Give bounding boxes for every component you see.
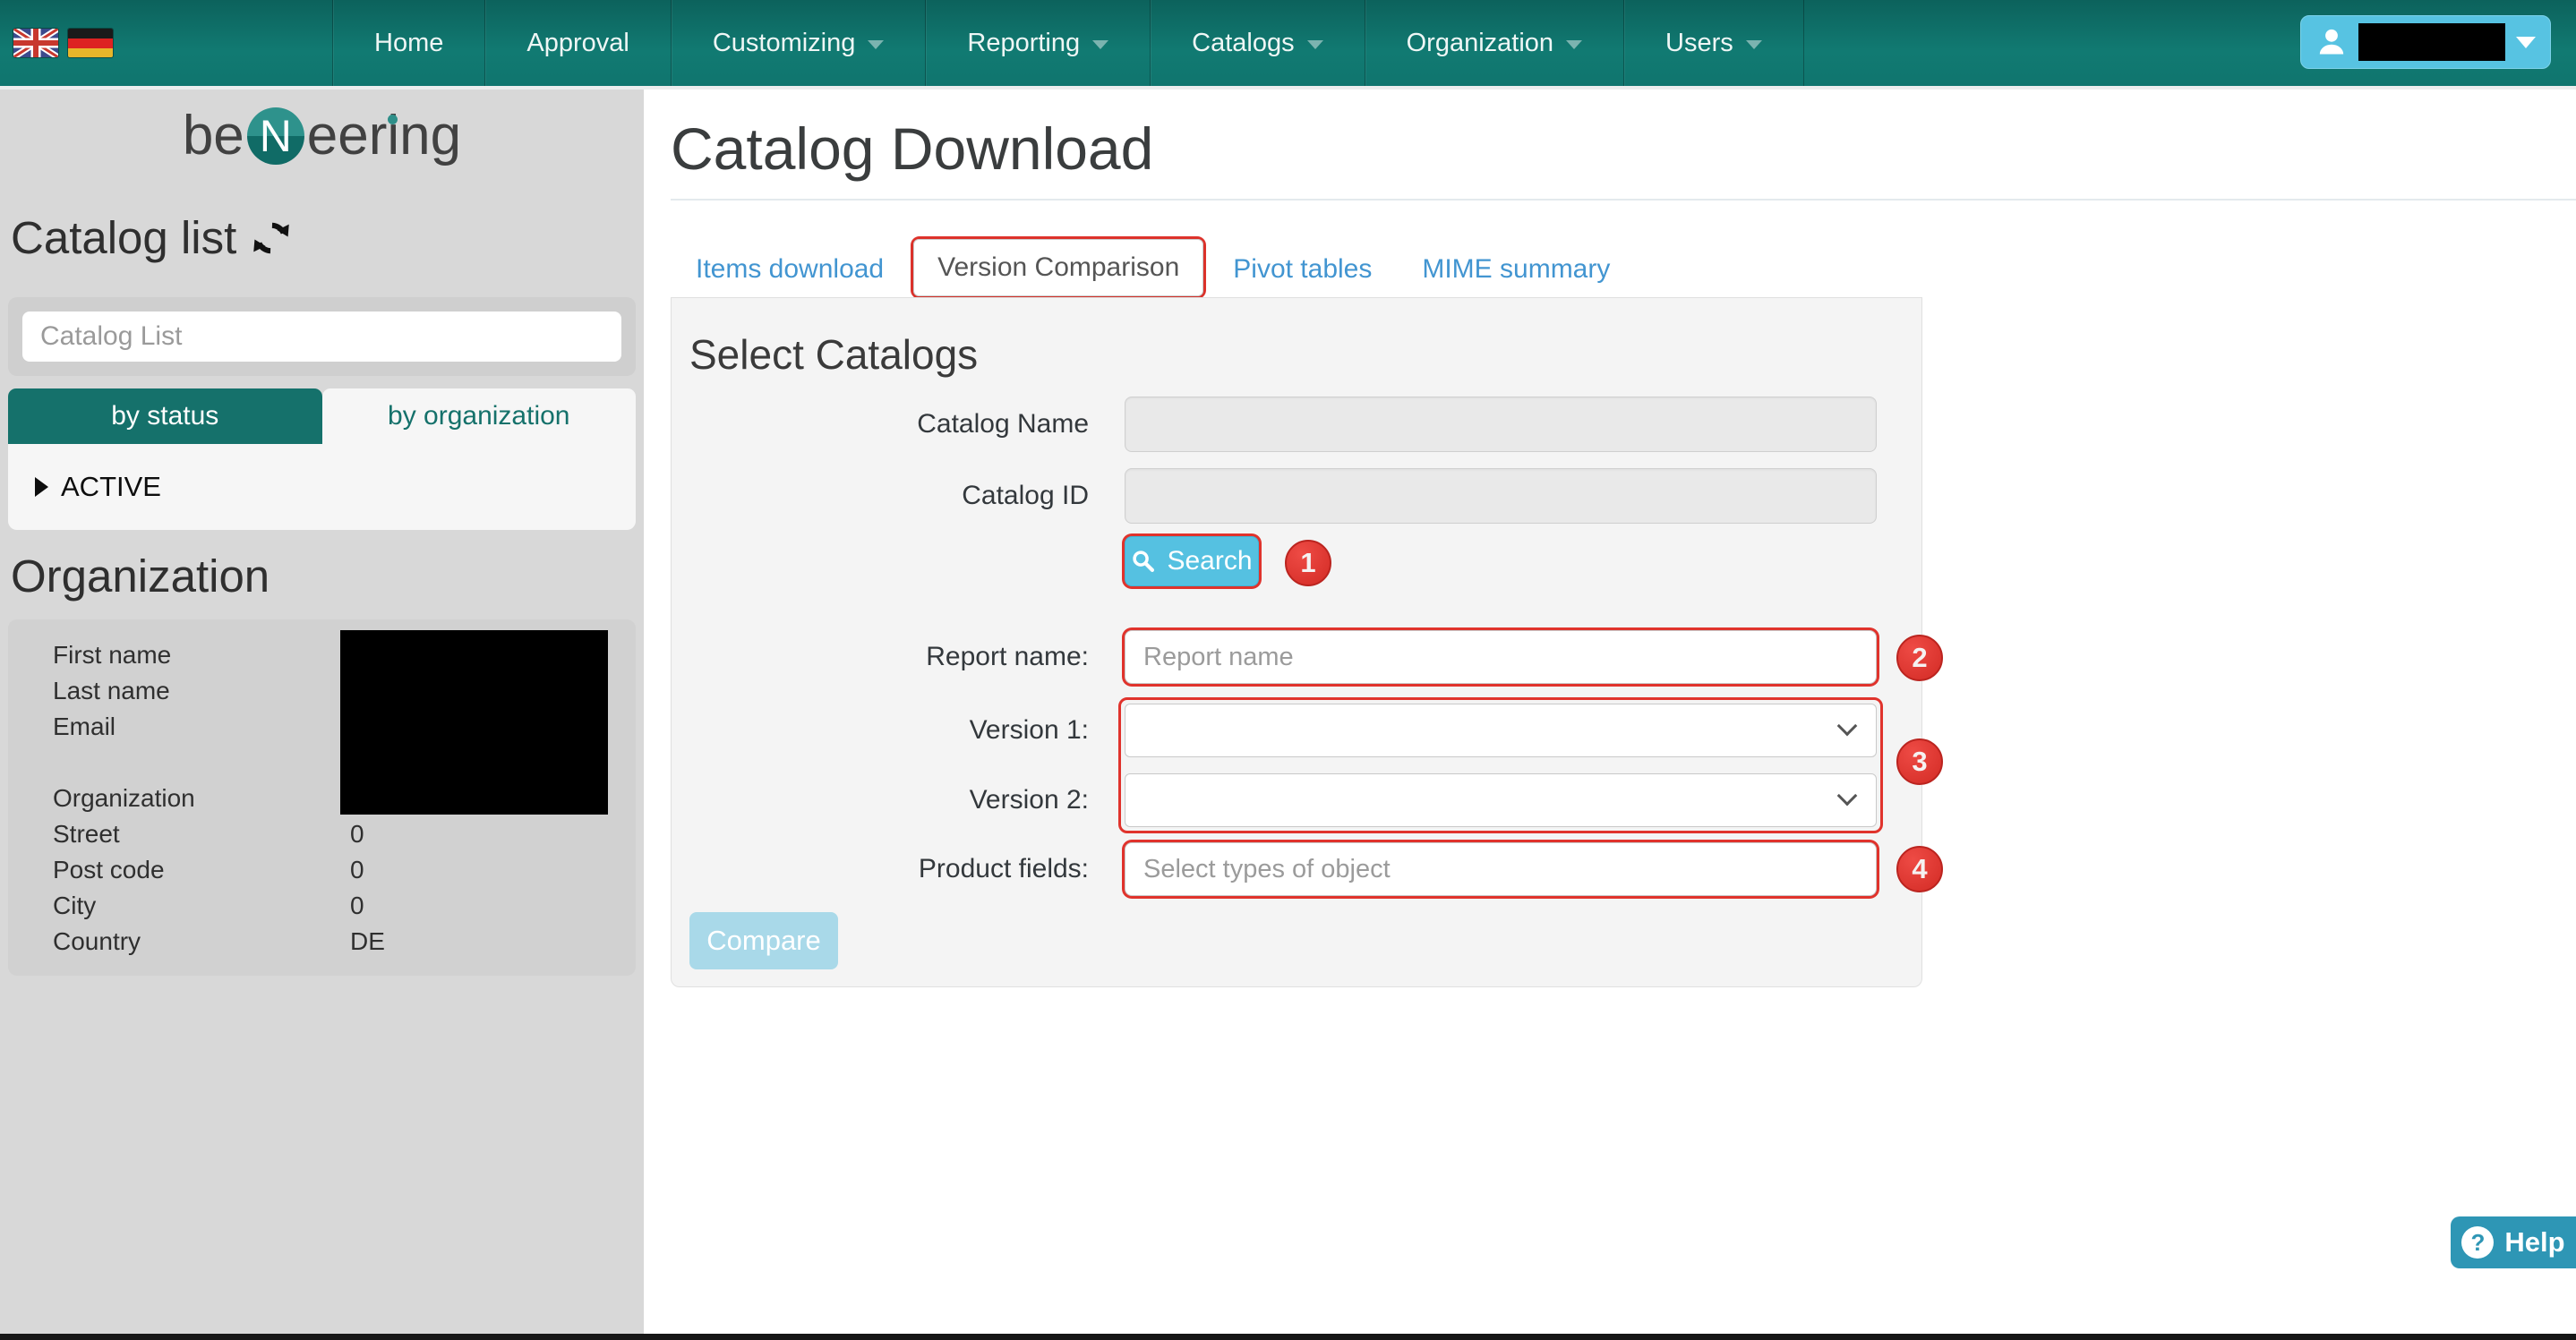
- report-name-label: Report name:: [926, 642, 1089, 671]
- chevron-down-icon: [868, 40, 885, 49]
- catalog-name-label: Catalog Name: [917, 409, 1089, 439]
- annotation-badge-4: 4: [1896, 846, 1943, 892]
- download-tabs: Items download Version Comparison Pivot …: [671, 236, 1922, 299]
- org-row-post-code: Post code 0: [53, 856, 364, 883]
- tab-pivot-tables[interactable]: Pivot tables: [1208, 242, 1397, 297]
- window-bottom-edge: [0, 1334, 2576, 1340]
- nav-item-label: Customizing: [712, 28, 856, 57]
- refresh-icon[interactable]: [251, 218, 292, 259]
- nav-item-label: Users: [1665, 28, 1733, 57]
- product-fields-label: Product fields:: [918, 854, 1089, 883]
- chevron-down-icon: [1092, 40, 1109, 49]
- search-button-label: Search: [1167, 546, 1253, 576]
- org-row-city: City 0: [53, 892, 364, 919]
- logo-text: be: [182, 105, 244, 166]
- redacted-user-details-block: [340, 630, 608, 815]
- catalog-list-heading: Catalog list: [11, 211, 644, 265]
- nav-item-label: Organization: [1406, 28, 1554, 57]
- main-content: Catalog Download Items download Version …: [644, 90, 2576, 1334]
- version1-select[interactable]: [1125, 704, 1877, 757]
- annotation-box-version-comparison: Version Comparison: [911, 236, 1207, 299]
- tab-mime-summary[interactable]: MIME summary: [1397, 242, 1635, 297]
- chevron-down-icon: [1306, 40, 1323, 49]
- top-navigation-bar: Home Approval Customizing Reporting Cata…: [0, 0, 2576, 86]
- nav-item-organization[interactable]: Organization: [1364, 0, 1623, 86]
- search-button[interactable]: Search: [1125, 536, 1259, 586]
- user-menu-button[interactable]: [2300, 15, 2551, 69]
- annotation-badge-2: 2: [1896, 635, 1943, 681]
- nav-item-label: Reporting: [967, 28, 1081, 57]
- nav-item-home[interactable]: Home: [332, 0, 484, 86]
- status-group-panel: ACTIVE: [8, 444, 636, 530]
- catalog-id-label: Catalog ID: [962, 481, 1089, 510]
- chevron-down-icon: [1836, 785, 1858, 807]
- nav-item-users[interactable]: Users: [1623, 0, 1804, 86]
- nav-item-label: Home: [374, 28, 444, 57]
- version2-label: Version 2:: [969, 785, 1089, 815]
- compare-button[interactable]: Compare: [689, 912, 838, 969]
- version2-select[interactable]: [1125, 773, 1877, 827]
- catalog-id-input[interactable]: [1125, 468, 1877, 524]
- nav-item-label: Catalogs: [1192, 28, 1295, 57]
- org-row-country: Country DE: [53, 927, 385, 955]
- chevron-down-icon: [1836, 715, 1858, 737]
- catalog-name-input[interactable]: [1125, 397, 1877, 452]
- nav-item-label: Approval: [526, 28, 629, 57]
- caret-down-icon: [2516, 36, 2536, 48]
- expand-triangle-icon: [35, 477, 48, 497]
- section-title: Select Catalogs: [689, 331, 979, 378]
- nav-item-catalogs[interactable]: Catalogs: [1150, 0, 1364, 86]
- report-name-input[interactable]: [1125, 630, 1877, 684]
- org-row-street: Street 0: [53, 820, 364, 848]
- language-switcher: [13, 29, 113, 57]
- annotation-badge-1: 1: [1285, 540, 1331, 586]
- main-menu: Home Approval Customizing Reporting Cata…: [332, 0, 1804, 86]
- user-icon: [2319, 29, 2344, 55]
- nav-item-reporting[interactable]: Reporting: [925, 0, 1150, 86]
- tab-by-organization[interactable]: by organization: [321, 388, 636, 444]
- version1-label: Version 1:: [969, 715, 1089, 745]
- nav-item-approval[interactable]: Approval: [484, 0, 670, 86]
- tab-by-status[interactable]: by status: [8, 388, 322, 444]
- organization-heading: Organization: [11, 551, 270, 602]
- nav-item-customizing[interactable]: Customizing: [670, 0, 926, 86]
- uk-flag-icon[interactable]: [13, 29, 58, 57]
- tab-items-download[interactable]: Items download: [671, 242, 909, 297]
- catalog-list-search-card: [8, 297, 636, 376]
- help-button[interactable]: ? Help: [2451, 1216, 2576, 1268]
- product-fields-input[interactable]: [1125, 842, 1877, 896]
- help-button-label: Help: [2504, 1226, 2565, 1258]
- chevron-down-icon: [1745, 40, 1762, 49]
- sidebar: beNeering Catalog list by status by orga…: [0, 90, 644, 1334]
- catalog-list-filter-tabs: by status by organization: [8, 388, 636, 444]
- title-divider: [671, 199, 2576, 201]
- chevron-down-icon: [1566, 40, 1583, 49]
- organization-card: First name Last name Email Organization …: [8, 619, 636, 976]
- search-icon: [1133, 551, 1155, 573]
- logo-text: eering: [306, 105, 462, 166]
- german-flag-icon[interactable]: [68, 29, 113, 57]
- redacted-username-block: [2358, 23, 2505, 61]
- catalog-list-search-input[interactable]: [22, 312, 621, 362]
- logo-n-circle: N: [246, 107, 304, 165]
- page-title: Catalog Download: [671, 115, 1154, 182]
- beneering-logo: be Neering: [0, 90, 644, 183]
- tab-version-comparison[interactable]: Version Comparison: [913, 239, 1204, 296]
- status-group-active[interactable]: ACTIVE: [61, 471, 161, 503]
- question-icon: ?: [2461, 1226, 2495, 1259]
- annotation-badge-3: 3: [1896, 738, 1943, 785]
- version-comparison-panel: Select Catalogs Catalog Name Catalog ID …: [671, 297, 1943, 987]
- logo-i-dot: [387, 115, 398, 124]
